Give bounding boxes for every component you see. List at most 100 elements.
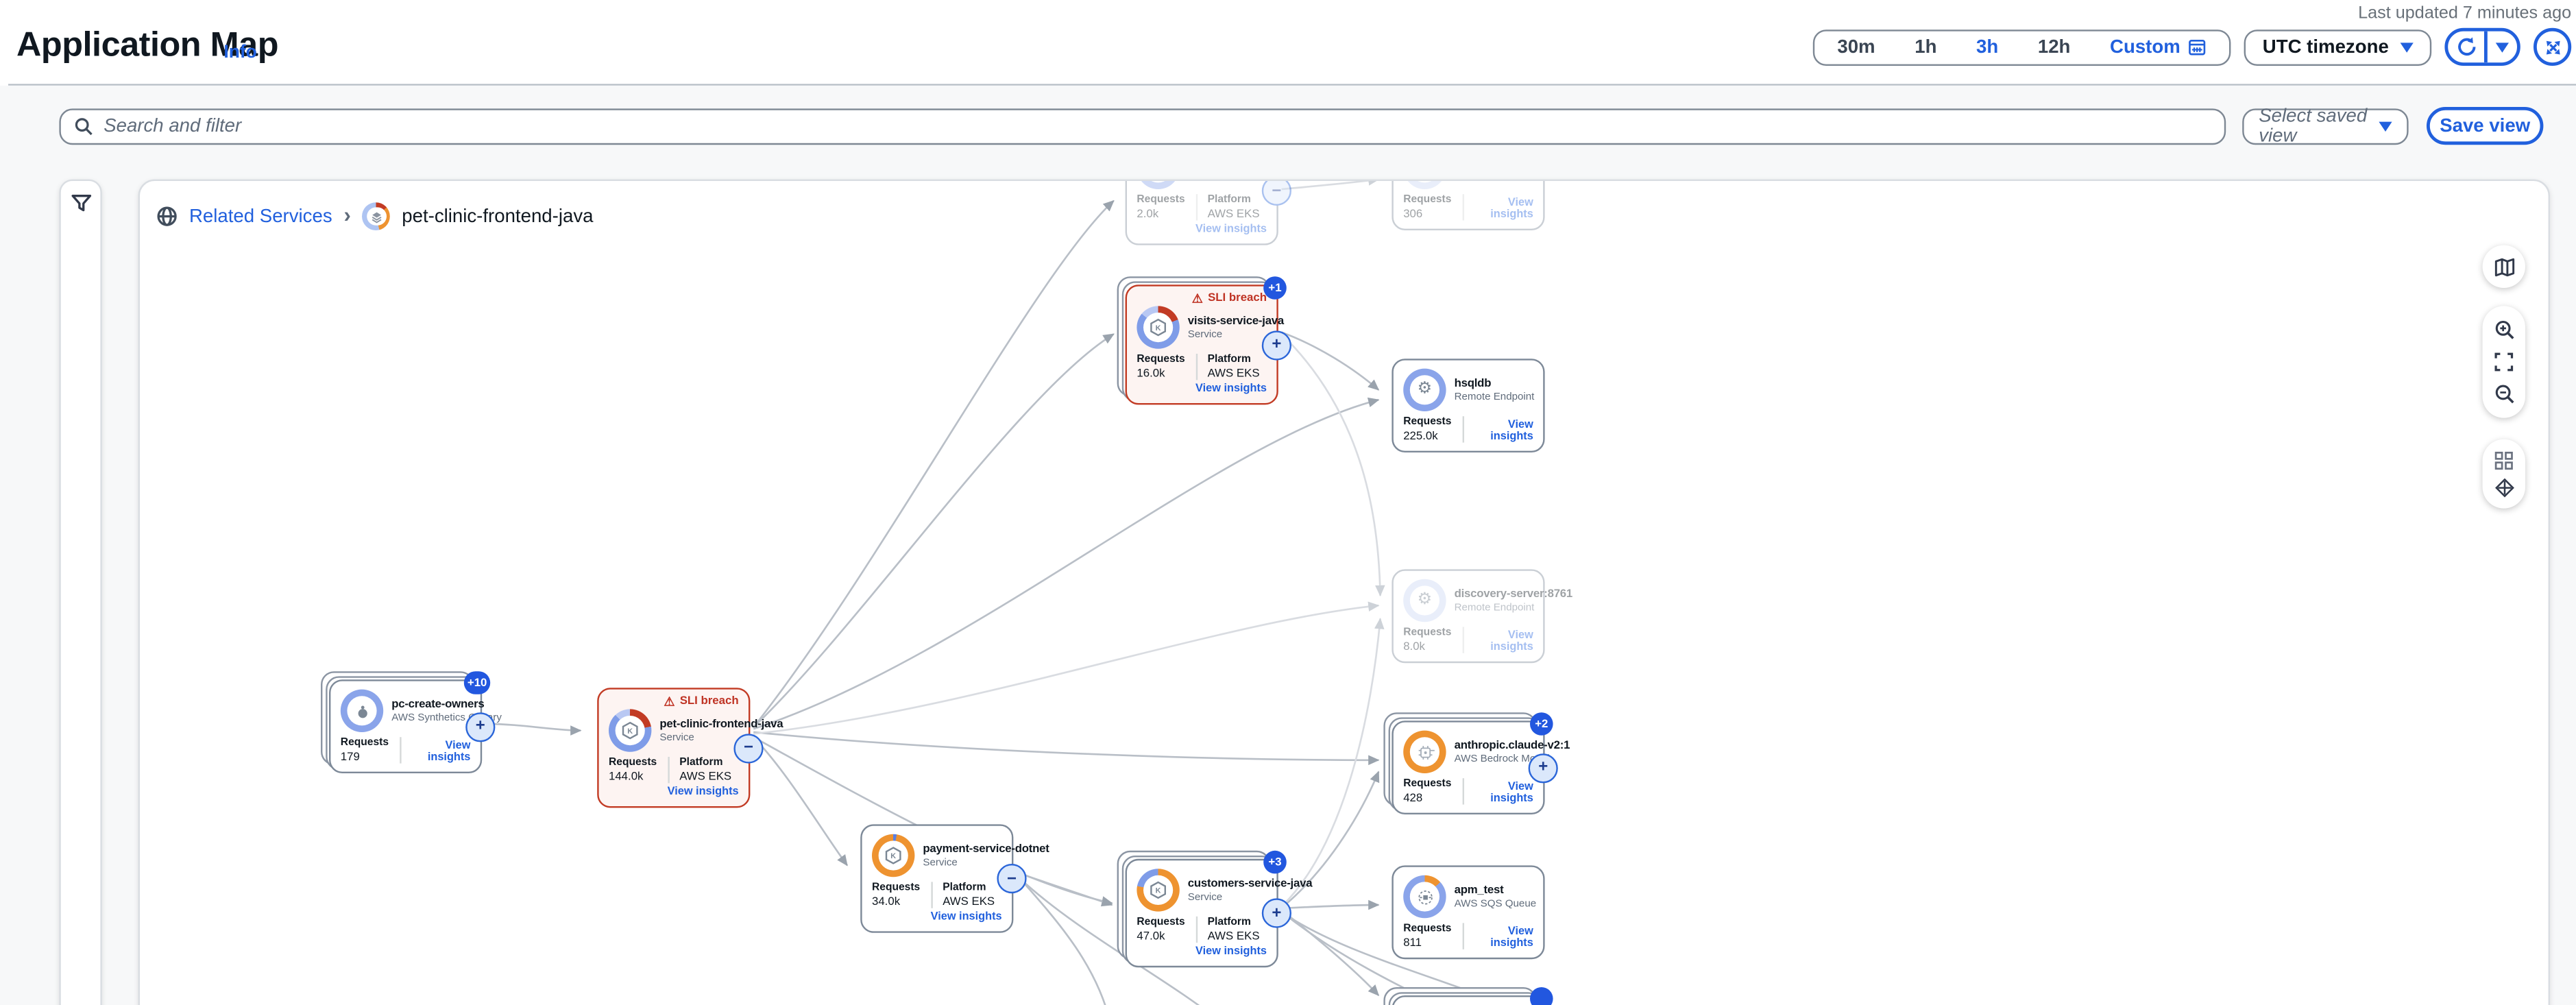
warning-icon: ⚠ bbox=[664, 696, 675, 708]
auto-arrange-button[interactable] bbox=[2486, 474, 2522, 502]
page-header: Application Map Info Last updated 7 minu… bbox=[0, 0, 2576, 84]
refresh-button[interactable] bbox=[2448, 32, 2484, 63]
time-range-12h[interactable]: 12h bbox=[2038, 37, 2071, 57]
health-ring bbox=[341, 690, 383, 732]
view-insights-link[interactable]: View insights bbox=[1474, 197, 1533, 221]
node-pc-create-owners[interactable]: pc-create-ownersAWS Synthetics Canary Re… bbox=[329, 679, 482, 773]
expand-node-button[interactable]: + bbox=[465, 712, 495, 741]
topology-edges bbox=[140, 181, 2550, 1005]
application-map-page: Application Map Info Last updated 7 minu… bbox=[0, 0, 2576, 1005]
zoom-out-icon bbox=[2493, 383, 2514, 404]
node-type: AWS SQS Queue bbox=[1455, 897, 1533, 909]
node-anthropic-claude-v2-1[interactable]: anthropic.claude-v2:1AWS Bedrock Model R… bbox=[1392, 721, 1544, 814]
node-type: Remote Endpoint bbox=[1455, 601, 1533, 613]
time-range-1h[interactable]: 1h bbox=[1915, 37, 1936, 57]
time-range-30m[interactable]: 30m bbox=[1837, 37, 1875, 57]
collapse-node-button[interactable]: − bbox=[997, 864, 1026, 893]
health-ring: K bbox=[1137, 306, 1179, 348]
view-insights-link[interactable]: View insights bbox=[1137, 383, 1267, 395]
node-visits-service-java[interactable]: ⚠SLI breach K visits-service-javaService… bbox=[1126, 284, 1278, 404]
grid-layout-button[interactable] bbox=[2486, 446, 2522, 474]
sli-breach-badge: ⚠SLI breach bbox=[664, 696, 738, 708]
zoom-tools-group bbox=[2483, 306, 2525, 417]
node-title: pc-create-owners bbox=[391, 699, 470, 710]
health-ring bbox=[1403, 731, 1446, 773]
refresh-options-button[interactable] bbox=[2484, 32, 2517, 63]
breadcrumb-current: pet-clinic-frontend-java bbox=[402, 206, 593, 226]
health-ring: ⚙ bbox=[1403, 579, 1446, 622]
zoom-in-icon bbox=[2493, 319, 2514, 341]
minimap-button[interactable] bbox=[2483, 245, 2525, 288]
refresh-split-button bbox=[2444, 28, 2520, 66]
node-title: payment-service-dotnet bbox=[923, 843, 1001, 855]
view-insights-link[interactable]: View insights bbox=[1474, 782, 1533, 805]
node-payment-service-dotnet[interactable]: K payment-service-dotnetService Requests… bbox=[860, 824, 1013, 932]
node-offscreen-top-endpoint[interactable]: Requests306 View insights bbox=[1392, 180, 1544, 230]
info-link[interactable]: Info bbox=[223, 43, 256, 62]
svg-text:K: K bbox=[627, 727, 633, 736]
node-customers-service-java[interactable]: K customers-service-javaService Requests… bbox=[1126, 859, 1278, 967]
filter-funnel-icon bbox=[70, 193, 91, 214]
node-type: AWS Bedrock Model bbox=[1455, 753, 1533, 764]
expand-arrows-icon bbox=[2542, 37, 2562, 57]
view-insights-link[interactable]: View insights bbox=[1474, 420, 1533, 443]
svg-text:K: K bbox=[1156, 887, 1161, 895]
node-title: discovery-server:8761 bbox=[1455, 588, 1533, 600]
health-ring: K bbox=[609, 709, 651, 751]
view-insights-link[interactable]: View insights bbox=[1474, 630, 1533, 653]
fit-to-screen-icon bbox=[2494, 352, 2514, 372]
time-range-3h-selected[interactable]: 3h bbox=[1976, 37, 1998, 57]
gear-icon: ⚙ bbox=[1418, 382, 1433, 398]
map-canvas[interactable]: Related Services › pet-clinic-frontend-j… bbox=[138, 180, 2550, 1005]
saved-view-select[interactable]: Select saved view bbox=[2242, 108, 2408, 145]
node-type: Service bbox=[1188, 891, 1267, 903]
node-pet-clinic-frontend-java[interactable]: ⚠SLI breach K pet-clinic-frontend-javaSe… bbox=[597, 688, 750, 808]
node-title: apm_test bbox=[1455, 884, 1533, 896]
collapse-node-button[interactable]: − bbox=[733, 733, 763, 762]
bedrock-model-icon bbox=[1415, 743, 1433, 761]
filter-panel[interactable] bbox=[59, 180, 101, 1005]
grouped-count-badge: +3 bbox=[1263, 851, 1287, 874]
view-insights-link[interactable]: View insights bbox=[609, 786, 739, 798]
node-title: visits-service-java bbox=[1188, 315, 1267, 327]
warning-icon: ⚠ bbox=[1192, 293, 1203, 305]
view-insights-link[interactable]: View insights bbox=[411, 740, 470, 764]
canary-icon bbox=[353, 702, 371, 720]
node-type: Service bbox=[1188, 328, 1267, 340]
zoom-out-button[interactable] bbox=[2486, 378, 2522, 409]
sli-breach-badge: ⚠SLI breach bbox=[1192, 293, 1267, 305]
view-insights-link[interactable]: View insights bbox=[1474, 926, 1533, 949]
view-insights-link[interactable]: View insights bbox=[1137, 946, 1267, 958]
search-input[interactable] bbox=[104, 117, 2211, 136]
fit-to-screen-button[interactable] bbox=[2486, 346, 2522, 378]
node-hsqldb[interactable]: ⚙ hsqldbRemote Endpoint Requests225.0k V… bbox=[1392, 359, 1544, 452]
grouped-count-badge: +2 bbox=[1530, 712, 1553, 736]
expand-node-button[interactable]: + bbox=[1262, 898, 1291, 928]
grouped-count-badge: +1 bbox=[1263, 276, 1287, 300]
refresh-icon bbox=[2455, 36, 2477, 58]
save-view-button[interactable]: Save view bbox=[2427, 107, 2543, 145]
globe-icon bbox=[156, 206, 178, 227]
view-insights-link[interactable]: View insights bbox=[872, 912, 1002, 923]
zoom-in-button[interactable] bbox=[2486, 314, 2522, 346]
breadcrumb-related-services[interactable]: Related Services bbox=[189, 206, 332, 226]
health-ring: K bbox=[872, 834, 914, 877]
map-icon bbox=[2493, 256, 2514, 277]
timezone-selector[interactable]: UTC timezone bbox=[2244, 29, 2431, 65]
time-controls: 30m 1h 3h 12h Custom UTC timezone bbox=[1812, 28, 2571, 66]
expand-node-button[interactable]: + bbox=[1529, 753, 1558, 782]
breadcrumb: Related Services › pet-clinic-frontend-j… bbox=[156, 202, 594, 230]
fullscreen-button[interactable] bbox=[2534, 28, 2571, 66]
node-type: Service bbox=[923, 856, 1001, 868]
node-offscreen-top-service[interactable]: Requests2.0k PlatformAWS EKS View insigh… bbox=[1126, 180, 1278, 245]
svg-text:K: K bbox=[890, 852, 896, 860]
gear-icon: ⚙ bbox=[1418, 592, 1433, 609]
node-discovery-server-8761[interactable]: ⚙ discovery-server:8761Remote Endpoint R… bbox=[1392, 569, 1544, 663]
kubernetes-icon: K bbox=[1148, 317, 1168, 337]
node-offscreen-bottom[interactable] bbox=[1392, 995, 1544, 1005]
chevron-right-icon: › bbox=[343, 204, 350, 226]
view-insights-link[interactable]: View insights bbox=[1137, 223, 1267, 235]
time-range-custom[interactable]: Custom bbox=[2110, 37, 2207, 57]
expand-node-button[interactable]: + bbox=[1262, 330, 1291, 359]
node-apm-test[interactable]: apm_testAWS SQS Queue Requests811 View i… bbox=[1392, 865, 1544, 959]
